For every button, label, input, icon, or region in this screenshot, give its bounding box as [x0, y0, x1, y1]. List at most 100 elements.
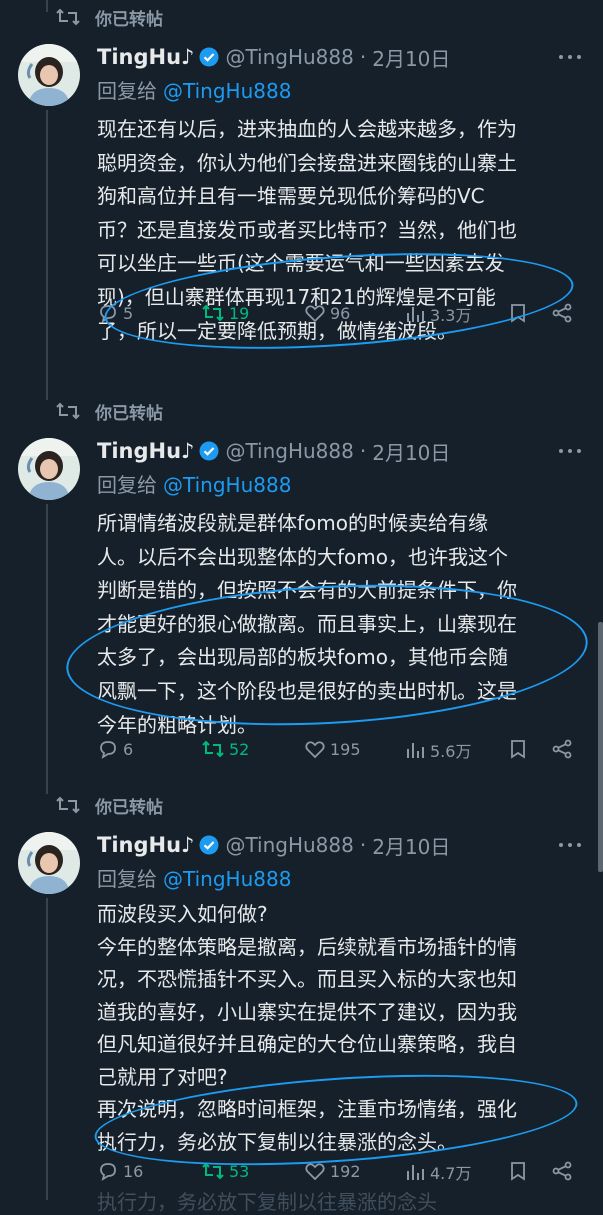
share-button[interactable] [551, 1160, 577, 1182]
text-line: 风飘一下，这个阶段也是很好的卖出时机。这是 [97, 678, 517, 703]
more-options-icon[interactable] [559, 834, 581, 856]
reply-button[interactable]: 16 [97, 1160, 143, 1182]
retweet-label: 你已转帖 [95, 797, 163, 818]
like-button[interactable]: 192 [304, 1160, 361, 1182]
action-bar: 6 52 195 5.6万 [97, 734, 577, 766]
tweet[interactable]: 你已转帖 TingHu♪ @TingHu888 · 2月10日 回复给 @Ting… [0, 0, 603, 394]
more-options-icon[interactable] [559, 440, 581, 462]
text-line: 道我的喜好，小山寨实在提供不了建议，因为我 [97, 999, 517, 1024]
bookmark-button[interactable] [507, 302, 533, 324]
avatar[interactable] [18, 832, 80, 894]
text-line: 执行力，务必放下复制以往暴涨的念头。 [97, 1129, 457, 1154]
display-name[interactable]: TingHu♪ [97, 833, 194, 857]
text-line: 人。以后不会出现整体的大fomo，也许我这个 [97, 544, 508, 569]
text-line: 但凡知道很好并且确定的大仓位山寨策略，我自 [97, 1032, 517, 1056]
retweet-indicator: 你已转帖 [55, 790, 163, 820]
handle[interactable]: @TingHu888 [225, 45, 353, 69]
more-options-icon[interactable] [559, 46, 581, 68]
share-button[interactable] [551, 302, 577, 324]
bookmark-icon [511, 1162, 525, 1181]
handle[interactable]: @TingHu888 [225, 439, 353, 463]
display-name[interactable]: TingHu♪ [97, 45, 194, 69]
avatar[interactable] [18, 44, 80, 106]
heart-icon [305, 1163, 325, 1181]
action-bar: 16 53 192 4.7万 [97, 1156, 577, 1188]
reply-icon [100, 1163, 116, 1181]
reply-count: 16 [123, 1161, 144, 1181]
text-line: 今年的整体策略是撤离，后续就看市场插针的情 [97, 934, 517, 959]
text-line: 而波段买入如何做? [97, 902, 268, 926]
separator-dot: · [359, 833, 367, 857]
bookmark-icon [511, 304, 525, 323]
verified-badge-icon [199, 835, 219, 855]
like-count: 192 [330, 1161, 361, 1181]
separator-dot: · [359, 439, 367, 463]
separator-dot: · [359, 45, 367, 69]
reply-to: 回复给 @TingHu888 [97, 863, 291, 893]
view-count: 3.3万 [430, 306, 472, 325]
like-count: 195 [330, 739, 361, 759]
retweet-count: 53 [229, 1161, 250, 1181]
retweet-label: 你已转帖 [95, 9, 163, 30]
avatar[interactable] [18, 438, 80, 500]
text-line: 币？还是直接发币或者买比特币？当然，他们也 [97, 217, 517, 242]
handle[interactable]: @TingHu888 [225, 833, 353, 857]
display-name[interactable]: TingHu♪ [97, 439, 194, 463]
retweet-count: 52 [229, 739, 250, 759]
retweet-icon [56, 8, 80, 26]
retweet-button[interactable]: 19 [201, 302, 249, 324]
text-line: 才能更好的狠心做撤离。而且事实上，山寨现在 [97, 611, 517, 636]
retweet-count: 19 [229, 303, 250, 323]
text-line: 再次说明，忽略时间框架，注重市场情绪，强化 [97, 1097, 517, 1121]
retweet-button[interactable]: 52 [201, 738, 249, 760]
reply-to: 回复给 @TingHu888 [97, 469, 291, 499]
reply-to: 回复给 @TingHu888 [97, 75, 291, 105]
reply-prefix: 回复给 [97, 79, 157, 103]
text-line: 太多了，会出现局部的板块fomo，其他币会随 [97, 645, 508, 670]
text-line: 狗和高位并且有一堆需要兑现低价筹码的VC [97, 184, 485, 209]
tweet[interactable]: 你已转帖 TingHu♪ @TingHu888 · 2月10日 回复给 @Ting… [0, 394, 603, 788]
tweet-date[interactable]: 2月10日 [372, 831, 450, 860]
like-button[interactable]: 195 [304, 738, 361, 760]
reply-count: 5 [123, 303, 134, 323]
retweet-indicator: 你已转帖 [55, 2, 163, 32]
tweet-text: 而波段买入如何做? 今年的整体策略是撤离，后续就看市场插针的情 况，不恐慌插针不… [97, 898, 587, 1158]
tweet-text: 所谓情绪波段就是群体fomo的时候卖给有缘 人。以后不会出现整体的大fomo，也… [97, 507, 587, 742]
reply-handle-link[interactable]: @TingHu888 [163, 867, 291, 891]
views-button[interactable]: 5.6万 [404, 738, 471, 762]
tweet-date[interactable]: 2月10日 [372, 437, 450, 466]
like-button[interactable]: 96 [304, 302, 350, 324]
view-count: 5.6万 [430, 742, 472, 761]
text-line: 判断是错的，但按照不会有的大前提条件下，你 [97, 578, 517, 603]
tweet-header: TingHu♪ @TingHu888 · 2月10日 [97, 434, 450, 468]
views-button[interactable]: 3.3万 [404, 302, 471, 326]
action-bar: 5 19 96 3.3万 [97, 298, 577, 330]
views-button[interactable]: 4.7万 [404, 1160, 471, 1184]
verified-badge-icon [199, 441, 219, 461]
tweet[interactable]: 你已转帖 TingHu♪ @TingHu888 · 2月10日 回复给 @Ting… [0, 788, 603, 1200]
truncated-text-line: 执行力，务必放下复制以往暴涨的念头 [97, 1190, 437, 1214]
retweet-icon [56, 402, 80, 420]
views-chart-icon [407, 307, 424, 322]
scrollbar[interactable] [598, 622, 603, 872]
bookmark-icon [511, 740, 525, 759]
reply-prefix: 回复给 [97, 473, 157, 497]
reply-handle-link[interactable]: @TingHu888 [163, 473, 291, 497]
share-icon [552, 303, 572, 323]
view-count: 4.7万 [430, 1164, 472, 1183]
reply-button[interactable]: 6 [97, 738, 133, 760]
bookmark-button[interactable] [507, 1160, 533, 1182]
tweet-date[interactable]: 2月10日 [372, 43, 450, 72]
reply-handle-link[interactable]: @TingHu888 [163, 79, 291, 103]
reply-button[interactable]: 5 [97, 302, 133, 324]
retweet-icon [202, 304, 224, 322]
heart-icon [305, 305, 325, 323]
retweet-icon [202, 740, 224, 758]
share-button[interactable] [551, 738, 577, 760]
text-line: 况，不恐慌插针不买入。而且买入标的大家也知 [97, 967, 517, 991]
retweet-icon [202, 1162, 224, 1180]
bookmark-button[interactable] [507, 738, 533, 760]
retweet-button[interactable]: 53 [201, 1160, 249, 1182]
views-chart-icon [407, 743, 424, 758]
reply-icon [100, 741, 116, 759]
